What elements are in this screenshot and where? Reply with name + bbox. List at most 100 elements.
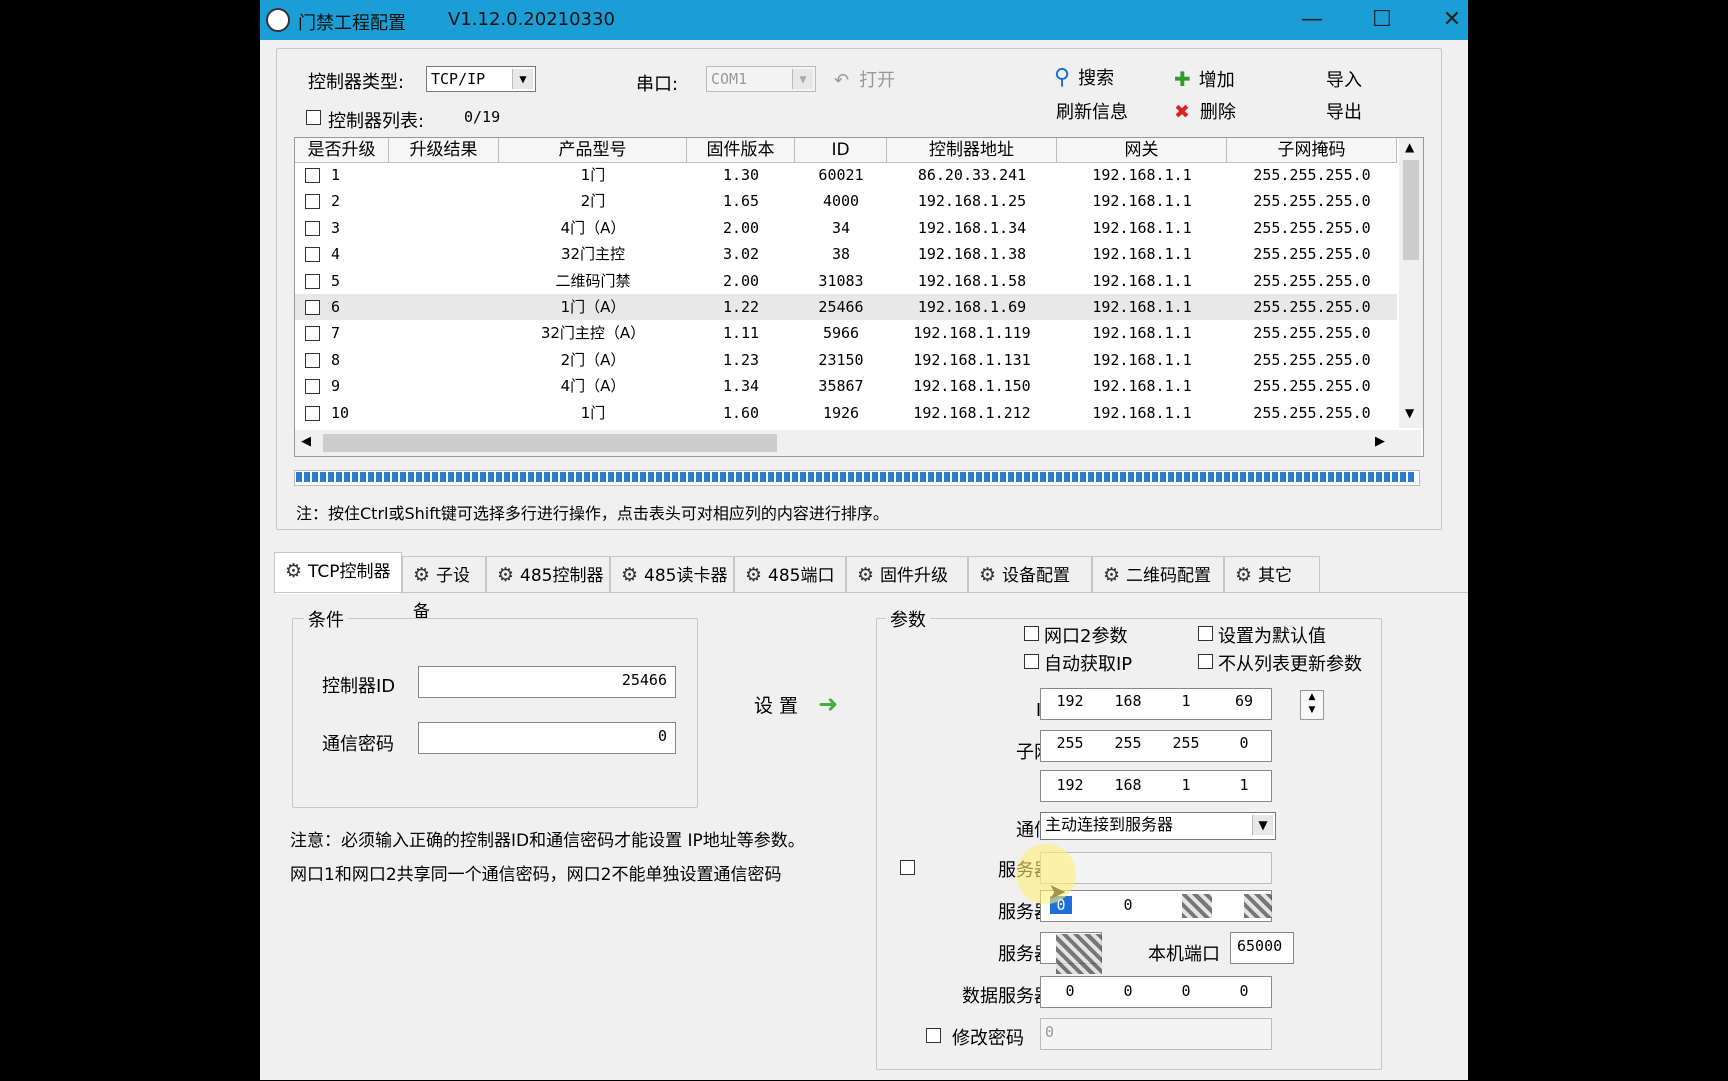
noupdate-label: 不从列表更新参数 (1218, 654, 1362, 675)
row-upgrade-checkbox[interactable] (305, 405, 320, 421)
scroll-thumb[interactable] (1403, 160, 1419, 260)
minimize-button[interactable]: — (1292, 6, 1332, 34)
upgrade-result-cell (389, 400, 499, 426)
local-port-input[interactable]: 65000 (1230, 932, 1294, 964)
column-header[interactable]: 升级结果 (389, 138, 499, 162)
noupdate-checkbox[interactable] (1198, 654, 1213, 669)
tab-item[interactable]: ⚙ 485端口 (734, 556, 846, 592)
row-upgrade-checkbox[interactable] (305, 247, 320, 263)
controller-type-select[interactable]: TCP/IP ▼ (426, 66, 536, 92)
upgrade-result-cell (389, 320, 499, 346)
server-address-input[interactable] (1040, 890, 1272, 922)
tab-item[interactable]: ⚙ 其它 (1224, 556, 1320, 592)
column-header[interactable]: 固件版本 (687, 138, 795, 162)
cell-model: 2门（A） (560, 350, 626, 369)
change-password-input[interactable]: 0 (1040, 1018, 1272, 1050)
vertical-scrollbar[interactable]: ▲ ▼ (1399, 138, 1423, 428)
scroll-right-icon[interactable]: ▶ (1375, 434, 1385, 449)
tab-item[interactable]: ⚙ 485控制器 (486, 556, 610, 592)
table-row[interactable]: 3 4门（A） 2.00 34 192.168.1.34 192.168.1.1 255.2… (295, 215, 1397, 241)
dhcp-label: 自动获取IP (1044, 654, 1133, 675)
row-upgrade-checkbox[interactable] (305, 379, 320, 395)
table-row[interactable]: 2 2门 1.65 4000 192.168.1.25 192.168.1.1 255.25… (295, 188, 1397, 214)
password-input[interactable]: 0 (418, 722, 676, 754)
column-header[interactable]: ID (795, 138, 887, 162)
tab-label: 其它 (1258, 566, 1293, 586)
horizontal-scrollbar[interactable]: ◀ ▶ (295, 430, 1421, 456)
table-row[interactable]: 7 32门主控（A） 1.11 5966 192.168.1.119 192.168.1.… (295, 320, 1397, 346)
column-header[interactable]: 是否升级 (295, 138, 389, 162)
column-header[interactable]: 网关 (1057, 138, 1227, 162)
redacted-octet (1244, 894, 1272, 918)
column-header[interactable]: 控制器地址 (887, 138, 1057, 162)
maximize-button[interactable]: ☐ (1362, 6, 1402, 34)
row-upgrade-checkbox[interactable] (305, 168, 320, 183)
cell-addr: 86.20.33.241 (917, 166, 1027, 184)
select-all-checkbox[interactable] (306, 110, 321, 125)
cell-gw: 192.168.1.1 (1092, 377, 1192, 396)
row-upgrade-checkbox[interactable] (305, 326, 320, 342)
table-row[interactable]: 9 4门（A） 1.34 35867 192.168.1.150 192.168.1.1 2… (295, 373, 1397, 399)
search-label: 搜索 (1078, 68, 1115, 89)
export-button[interactable]: 导出 (1326, 98, 1362, 124)
import-button[interactable]: 导入 (1326, 66, 1362, 92)
change-password-checkbox[interactable] (926, 1028, 941, 1043)
dhcp-checkbox[interactable] (1024, 654, 1039, 669)
column-header[interactable]: 子网掩码 (1227, 138, 1397, 162)
table-row[interactable]: 4 32门主控 3.02 38 192.168.1.38 192.168.1.1 255.2… (295, 241, 1397, 267)
close-button[interactable]: ✕ (1432, 6, 1472, 34)
redacted-octet (1182, 894, 1212, 918)
tab-item[interactable]: ⚙ TCP控制器 (274, 552, 402, 594)
open-button[interactable]: ↶ 打开 (834, 66, 895, 92)
row-upgrade-checkbox[interactable] (305, 220, 320, 236)
scroll-left-icon[interactable]: ◀ (301, 434, 311, 449)
scroll-up-icon[interactable]: ▲ (1405, 140, 1414, 154)
port2-checkbox[interactable] (1024, 626, 1039, 641)
controller-id-label: 控制器ID (322, 676, 396, 697)
ip-spinner[interactable]: ▲ ▼ (1300, 690, 1324, 720)
table-row[interactable]: 10 1门 1.60 1926 192.168.1.212 192.168.1.1 255.… (295, 400, 1397, 426)
serial-port-select[interactable]: COM1 ▼ (706, 66, 816, 92)
refresh-info-button[interactable]: 刷新信息 (1056, 98, 1128, 124)
progress-fill (296, 472, 1416, 482)
table-row[interactable]: 1 1门 1.30 60021 86.20.33.241 192.168.1.1 255.2… (295, 162, 1397, 188)
hscroll-thumb[interactable] (323, 434, 777, 452)
cell-mask: 255.255.255.0 (1253, 192, 1371, 211)
mask-octet: 255 (1056, 734, 1084, 752)
tab-item[interactable]: ⚙ 485读卡器 (610, 556, 734, 592)
tab-item[interactable]: ⚙ 子设备 (402, 556, 486, 622)
table-row[interactable]: 6 1门（A） 1.22 25466 192.168.1.69 192.168.1.1 25… (295, 294, 1397, 320)
controller-table[interactable]: 是否升级 升级结果 产品型号 固件版本 ID 控制器地址 网关 子网掩码 1 1门 1.30 600… (294, 137, 1424, 457)
scroll-down-icon[interactable]: ▼ (1405, 406, 1414, 420)
delete-button[interactable]: ✖ 删除 (1174, 98, 1236, 124)
row-upgrade-checkbox[interactable] (305, 194, 320, 210)
column-header[interactable]: 产品型号 (499, 138, 687, 162)
row-number: 8 (331, 350, 341, 369)
tab-item[interactable]: ⚙ 固件升级 (846, 556, 968, 592)
row-upgrade-checkbox[interactable] (305, 273, 320, 289)
tab-item[interactable]: ⚙ 二维码配置 (1092, 556, 1224, 592)
gw-octet: 192 (1056, 776, 1084, 794)
cell-id: 25466 (818, 298, 864, 316)
mode-select[interactable]: 主动连接到服务器 ▼ (1040, 812, 1276, 840)
search-button[interactable]: ⚲ 搜索 (1054, 64, 1114, 90)
upgrade-result-cell (389, 373, 499, 399)
table-row[interactable]: 8 2门（A） 1.23 23150 192.168.1.131 192.168.1.1 2… (295, 347, 1397, 373)
table-row[interactable]: 5 二维码门禁 2.00 31083 192.168.1.58 192.168.1.1 25… (295, 268, 1397, 294)
undo-icon: ↶ (834, 70, 850, 91)
gw-octet: 1 (1181, 776, 1191, 794)
upgrade-result-cell (389, 162, 499, 188)
upgrade-result-cell (389, 347, 499, 373)
add-button[interactable]: ✚ 增加 (1174, 66, 1235, 92)
row-upgrade-checkbox[interactable] (305, 352, 320, 368)
tab-item[interactable]: ⚙ 设备配置 (968, 556, 1092, 592)
chevron-down-icon: ▼ (1252, 815, 1273, 835)
mode-value: 主动连接到服务器 (1045, 815, 1174, 834)
default-checkbox[interactable] (1198, 626, 1213, 641)
upgrade-result-cell (389, 241, 499, 267)
set-button[interactable]: 设 置 ➜ (754, 690, 838, 718)
gw-octet: 168 (1114, 776, 1142, 794)
controller-id-input[interactable]: 25466 (418, 666, 676, 698)
cell-gw: 192.168.1.1 (1092, 403, 1192, 422)
row-upgrade-checkbox[interactable] (305, 300, 320, 315)
